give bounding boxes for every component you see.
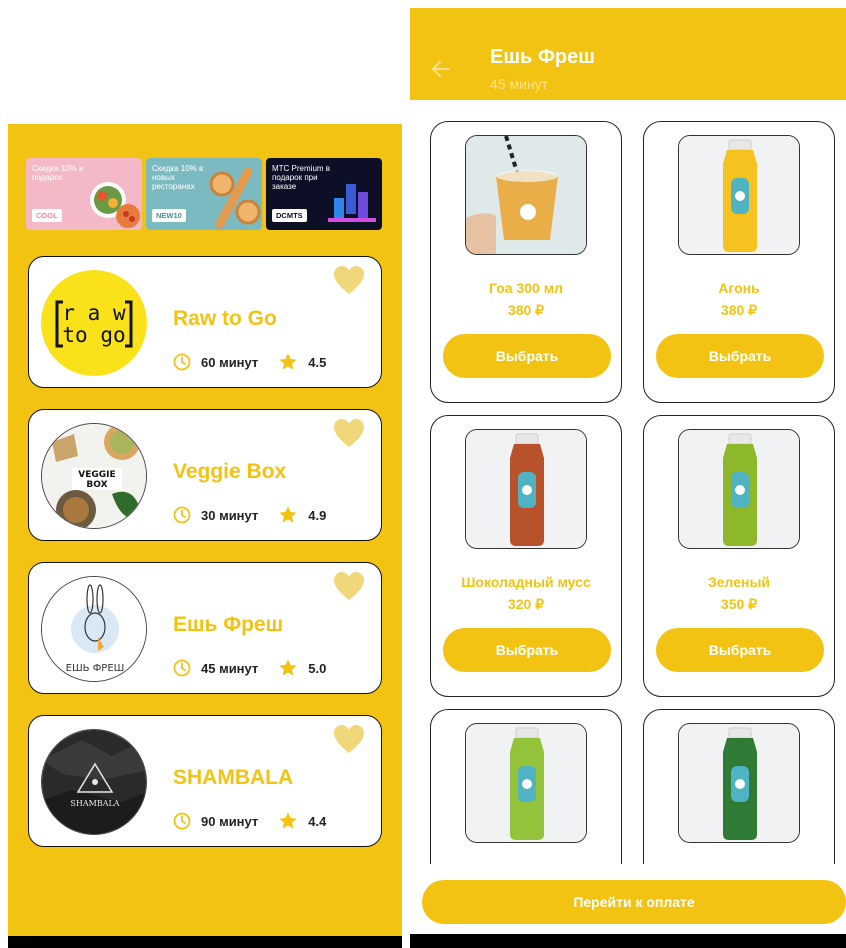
restaurant-card-raw-to-go[interactable]: r a w to go Raw to Go 60 минут 4.5 (28, 256, 382, 388)
select-button[interactable]: Выбрать (443, 334, 611, 378)
promo-code: DCMTS (272, 209, 307, 222)
product-card[interactable]: Гоа 300 мл 380 ₽ Выбрать (430, 121, 622, 403)
restaurant-logo: SHAMBALA (41, 729, 147, 835)
select-button[interactable]: Выбрать (656, 334, 824, 378)
select-button[interactable]: Выбрать (443, 628, 611, 672)
star-icon (279, 659, 297, 676)
product-card[interactable] (643, 709, 835, 864)
restaurant-name: Raw to Go (173, 307, 277, 330)
page-title: Ешь Фреш (490, 46, 595, 68)
promo-code: NEW10 (152, 209, 186, 222)
promo-banner-new10[interactable]: Скидка 10% в новых ресторанах NEW10 (146, 158, 262, 230)
star-icon (279, 353, 297, 370)
promo-code: COOL (32, 209, 62, 222)
product-image (465, 135, 587, 255)
arrow-left-icon[interactable] (430, 58, 452, 80)
svg-text:VEGGIE: VEGGIE (78, 470, 115, 480)
poke-bowl-icon (90, 182, 140, 228)
checkout-button[interactable]: Перейти к оплате (422, 880, 846, 924)
product-price: 350 ₽ (720, 596, 758, 612)
clock-icon (173, 659, 191, 677)
restaurant-meta: 60 минут 4.5 (173, 351, 326, 373)
select-button[interactable]: Выбрать (656, 628, 824, 672)
product-price: 380 ₽ (507, 302, 545, 318)
product-image (678, 135, 800, 255)
product-price: 380 ₽ (720, 302, 758, 318)
percent-balloon-icon (209, 167, 261, 229)
product-price: 320 ₽ (507, 596, 545, 612)
svg-text:SHAMBALA: SHAMBALA (70, 799, 119, 808)
product-image (678, 723, 800, 843)
star-icon (279, 506, 297, 523)
product-name: Шоколадный мусс (461, 574, 591, 590)
svg-text:ЕШЬ ФРЕШ: ЕШЬ ФРЕШ (66, 663, 125, 674)
clock-icon (173, 353, 191, 371)
rating: 4.5 (308, 354, 327, 370)
promo-text: Скидка 10% в новых ресторанах (152, 164, 204, 191)
delivery-time: 90 минут (201, 813, 259, 829)
restaurant-logo: ЕШЬ ФРЕШ (41, 576, 147, 682)
rating: 4.9 (308, 507, 327, 523)
product-image (465, 723, 587, 843)
system-navigation-bar (8, 936, 402, 948)
product-name: Зеленый (707, 574, 771, 590)
promo-text: Скидка 10% и подарок (32, 164, 84, 182)
delivery-time: 45 минут (201, 660, 259, 676)
restaurant-card-veggie-box[interactable]: VEGGIE BOX Veggie Box 30 минут 4.9 (28, 409, 382, 541)
heart-icon[interactable] (333, 571, 365, 601)
clock-icon (173, 812, 191, 830)
restaurant-name: Veggie Box (173, 460, 287, 483)
product-card[interactable]: Зеленый 350 ₽ Выбрать (643, 415, 835, 697)
product-name: Гоа 300 мл (489, 280, 563, 296)
restaurant-logo: r a w to go (41, 270, 147, 376)
neon-cubes-icon (328, 184, 376, 222)
restaurant-card-shambala[interactable]: SHAMBALA SHAMBALA 90 минут 4.4 (28, 715, 382, 847)
product-image (465, 429, 587, 549)
heart-icon[interactable] (333, 265, 365, 295)
delivery-time: 60 минут (201, 354, 259, 370)
restaurant-card-esh-fresh[interactable]: ЕШЬ ФРЕШ Ешь Фреш 45 минут 5.0 (28, 562, 382, 694)
star-icon (279, 812, 297, 829)
heart-icon[interactable] (333, 724, 365, 754)
page-subtitle: 45 минут (490, 76, 549, 92)
svg-text:to go: to go (62, 323, 125, 347)
product-card[interactable] (430, 709, 622, 864)
promo-carousel[interactable]: Скидка 10% и подарок COOL Скидка 10% в н… (26, 158, 382, 230)
restaurant-list-screen: Скидка 10% и подарок COOL Скидка 10% в н… (8, 124, 402, 948)
rating: 4.4 (308, 813, 327, 829)
system-navigation-bar (410, 934, 846, 948)
app-header: Ешь Фреш 45 минут (410, 8, 846, 100)
promo-banner-cool[interactable]: Скидка 10% и подарок COOL (26, 158, 142, 230)
product-image (678, 429, 800, 549)
restaurant-logo: VEGGIE BOX (41, 423, 147, 529)
clock-icon (173, 506, 191, 524)
restaurant-name: SHAMBALA (173, 766, 294, 789)
promo-banner-dcmts[interactable]: МТС Premium в подарок при заказе DCMTS (266, 158, 382, 230)
svg-text:r a w: r a w (62, 301, 126, 325)
restaurant-meta: 90 минут 4.4 (173, 810, 326, 832)
product-card[interactable]: Агонь 380 ₽ Выбрать (643, 121, 835, 403)
restaurant-meta: 30 минут 4.9 (173, 504, 326, 526)
restaurant-name: Ешь Фреш (173, 613, 284, 636)
product-grid[interactable]: Гоа 300 мл 380 ₽ Выбрать Агонь 380 ₽ Выб… (410, 100, 846, 864)
delivery-time: 30 минут (201, 507, 259, 523)
restaurant-meta: 45 минут 5.0 (173, 657, 326, 679)
restaurant-menu-screen: Ешь Фреш 45 минут Гоа 300 мл 380 ₽ Выбра… (410, 8, 846, 948)
svg-text:BOX: BOX (86, 480, 107, 490)
product-card[interactable]: Шоколадный мусс 320 ₽ Выбрать (430, 415, 622, 697)
rating: 5.0 (308, 660, 327, 676)
heart-icon[interactable] (333, 418, 365, 448)
product-name: Агонь (718, 280, 760, 296)
